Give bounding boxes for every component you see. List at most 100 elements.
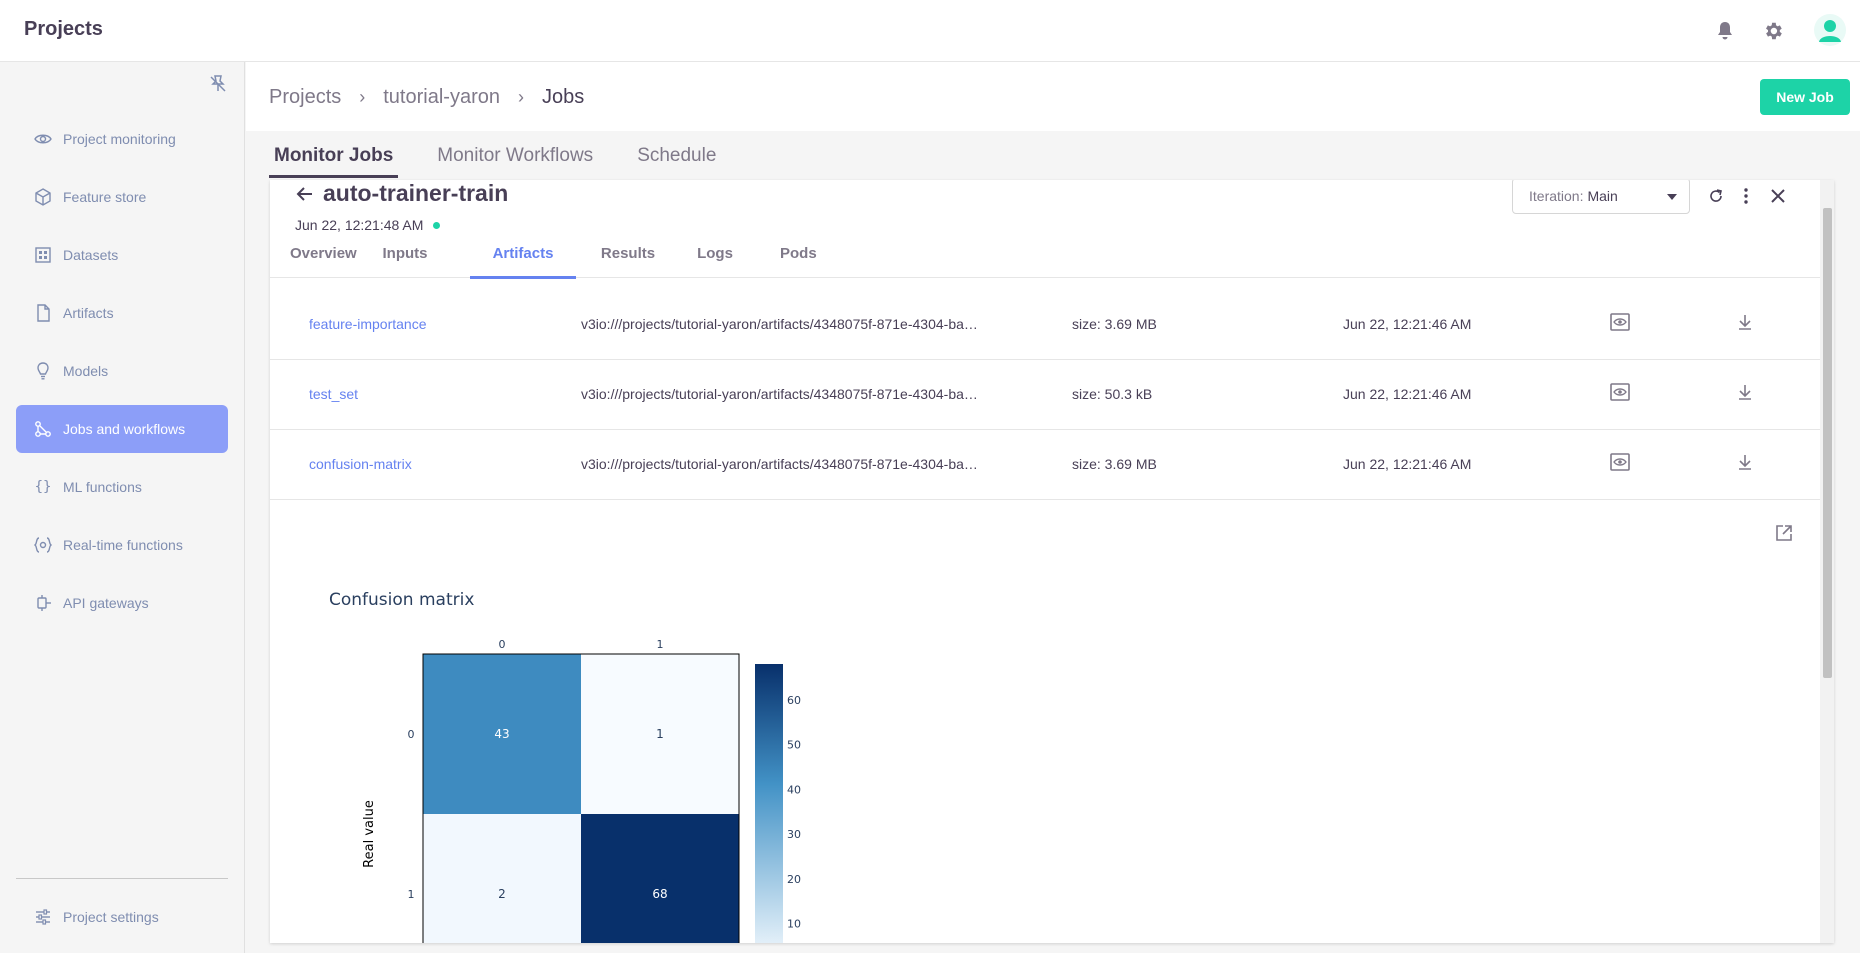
- chevron-right-icon: ›: [359, 87, 366, 107]
- scrollbar[interactable]: [1820, 180, 1834, 943]
- breadcrumb-bar: Projects › tutorial-yaron › Jobs New Job: [246, 62, 1860, 131]
- tab-schedule[interactable]: Schedule: [632, 142, 721, 182]
- table-row: confusion-matrix v3io:///projects/tutori…: [270, 430, 1820, 500]
- artifact-name-link[interactable]: confusion-matrix: [309, 456, 412, 472]
- sidebar-item-label: Real-time functions: [63, 537, 183, 553]
- workflow-icon: [34, 420, 52, 438]
- y-tick-label: 1: [408, 888, 415, 901]
- preview-icon[interactable]: [1610, 383, 1632, 405]
- sidebar-item-models[interactable]: Models: [16, 347, 228, 395]
- tab-overview[interactable]: Overview: [290, 242, 357, 278]
- download-icon[interactable]: [1736, 313, 1758, 335]
- chart-title: Confusion matrix: [329, 590, 475, 610]
- file-icon: [34, 304, 52, 322]
- preview-icon[interactable]: [1610, 453, 1632, 475]
- cube-icon: [34, 188, 52, 206]
- artifact-size: size: 3.69 MB: [1072, 456, 1157, 472]
- colorbar-tick-label: 20: [787, 873, 801, 886]
- preview-icon[interactable]: [1610, 313, 1632, 335]
- tab-pods[interactable]: Pods: [780, 242, 817, 278]
- cell-value-label: 2: [498, 887, 506, 901]
- download-icon[interactable]: [1736, 383, 1758, 405]
- cell-value-label: 68: [652, 887, 667, 901]
- braces-icon: {}: [34, 479, 52, 495]
- tab-monitor-jobs[interactable]: Monitor Jobs: [269, 142, 399, 182]
- confusion-matrix-chart: 0 10143 12 68Real value102030405060: [362, 638, 801, 943]
- colorbar-tick-label: 50: [787, 739, 801, 752]
- new-job-button[interactable]: New Job: [1760, 79, 1850, 115]
- job-name: auto-trainer-train: [323, 180, 509, 206]
- artifact-name-link[interactable]: feature-importance: [309, 316, 427, 332]
- colorbar-tick-label: 10: [787, 918, 801, 931]
- sidebar-item-label: Project monitoring: [63, 131, 176, 147]
- gear-icon[interactable]: [1758, 16, 1788, 46]
- sliders-icon: [34, 908, 52, 926]
- sidebar: Project monitoring Feature store Dataset…: [0, 62, 245, 953]
- sidebar-item-artifacts[interactable]: Artifacts: [16, 289, 228, 337]
- sidebar-divider: [16, 878, 228, 879]
- artifact-path: v3io:///projects/tutorial-yaron/artifact…: [581, 316, 978, 332]
- close-icon[interactable]: [1764, 182, 1792, 210]
- top-header: Projects: [0, 0, 1860, 62]
- sidebar-item-label: Feature store: [63, 189, 147, 205]
- bell-icon[interactable]: [1710, 16, 1740, 46]
- sidebar-item-label: Models: [63, 363, 109, 379]
- page-tabs: Monitor Jobs Monitor Workflows Schedule: [269, 142, 755, 182]
- more-vertical-icon[interactable]: [1732, 182, 1760, 210]
- app-title: Projects: [24, 18, 103, 40]
- y-axis-label: Real value: [362, 800, 377, 868]
- iteration-select[interactable]: Iteration: Main: [1512, 180, 1690, 214]
- tab-artifacts[interactable]: Artifacts: [470, 242, 576, 279]
- artifact-name-link[interactable]: test_set: [309, 386, 358, 402]
- sidebar-item-api-gateways[interactable]: API gateways: [16, 579, 228, 627]
- sidebar-item-ml-functions[interactable]: {} ML functions: [16, 463, 228, 511]
- open-in-new-icon[interactable]: [1775, 524, 1797, 546]
- y-tick-label: 0: [408, 728, 415, 741]
- job-title: auto-trainer-train: [295, 180, 508, 207]
- sidebar-item-jobs-and-workflows[interactable]: Jobs and workflows: [16, 405, 228, 453]
- eye-icon: [34, 130, 52, 148]
- sidebar-item-label: Jobs and workflows: [63, 421, 186, 437]
- breadcrumb-projects[interactable]: Projects: [269, 86, 341, 109]
- download-icon[interactable]: [1736, 453, 1758, 475]
- caret-down-icon: [1667, 194, 1677, 200]
- artifact-date: Jun 22, 12:21:46 AM: [1343, 316, 1472, 332]
- sidebar-item-project-settings[interactable]: Project settings: [16, 893, 228, 941]
- tab-results[interactable]: Results: [600, 242, 656, 278]
- back-arrow-icon[interactable]: [295, 184, 315, 204]
- realtime-icon: [34, 536, 52, 554]
- artifact-size: size: 50.3 kB: [1072, 386, 1153, 402]
- tab-logs[interactable]: Logs: [697, 242, 733, 278]
- artifact-date: Jun 22, 12:21:46 AM: [1343, 456, 1472, 472]
- heatmap-cell: [423, 814, 581, 943]
- colorbar-tick-label: 40: [787, 783, 801, 796]
- sidebar-item-label: API gateways: [63, 595, 149, 611]
- status-dot: [433, 221, 441, 229]
- heatmap-cell: [581, 814, 739, 943]
- refresh-icon[interactable]: [1702, 182, 1730, 210]
- sidebar-item-label: Project settings: [63, 909, 159, 925]
- tab-monitor-workflows[interactable]: Monitor Workflows: [432, 142, 598, 182]
- artifact-path: v3io:///projects/tutorial-yaron/artifact…: [581, 456, 978, 472]
- tab-inputs[interactable]: Inputs: [382, 242, 428, 278]
- sidebar-item-real-time-functions[interactable]: Real-time functions: [16, 521, 228, 569]
- table-row: feature-importance v3io:///projects/tuto…: [270, 290, 1820, 360]
- user-avatar-icon[interactable]: [1814, 14, 1846, 46]
- breadcrumb: Projects › tutorial-yaron › Jobs: [269, 86, 584, 109]
- job-date-text: Jun 22, 12:21:48 AM: [295, 217, 424, 233]
- sidebar-item-feature-store[interactable]: Feature store: [16, 173, 228, 221]
- sidebar-item-label: Artifacts: [63, 305, 114, 321]
- job-details-panel: auto-trainer-train Jun 22, 12:21:48 AM I…: [270, 180, 1834, 943]
- breadcrumb-project[interactable]: tutorial-yaron: [383, 86, 500, 109]
- x-tick-label: 1: [657, 638, 664, 651]
- artifact-size: size: 3.69 MB: [1072, 316, 1157, 332]
- colorbar-tick-label: 30: [787, 828, 801, 841]
- grid-icon: [34, 246, 52, 264]
- sidebar-item-label: Datasets: [63, 247, 119, 263]
- sidebar-item-datasets[interactable]: Datasets: [16, 231, 228, 279]
- iteration-value: Main: [1587, 188, 1618, 204]
- sidebar-item-project-monitoring[interactable]: Project monitoring: [16, 115, 228, 163]
- unpin-icon[interactable]: [208, 74, 230, 96]
- breadcrumb-current: Jobs: [541, 86, 585, 108]
- scrollbar-thumb[interactable]: [1823, 208, 1832, 678]
